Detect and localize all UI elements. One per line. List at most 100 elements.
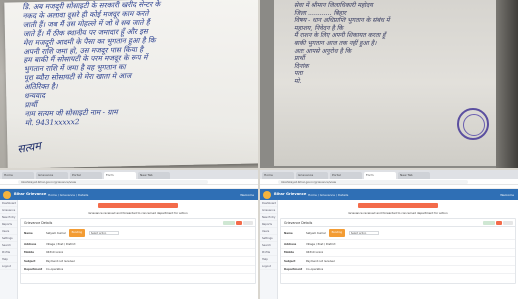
action-button[interactable] [223,221,235,225]
sidebar-item[interactable]: Profile [260,249,277,256]
sidebar-item[interactable]: Search [260,242,277,249]
row-key: Department [284,267,303,272]
detail-row: Mobile 94310 xxxxx [281,249,515,257]
sidebar-item[interactable]: Reports [0,221,17,228]
sidebar-item[interactable]: Logout [0,263,17,270]
action-select[interactable]: Select action [88,231,119,235]
browser-tab[interactable]: New Tab [138,172,170,179]
detail-row: Address Village / Post / District [281,240,515,249]
sidebar-item[interactable]: Users [260,228,277,235]
row-key: Address [24,241,37,246]
sidebar-item[interactable]: Search [0,242,17,249]
browser-tab[interactable]: New Tab [398,172,430,179]
handwritten-line: मो. 9431xxxxx2 [24,116,80,128]
handwritten-line: अतः आपसे अनुरोध है कि [294,47,352,55]
app-name: Bihar Grievance [14,192,47,196]
row-value: Village / Post / District [306,241,336,246]
sidebar-item[interactable]: New Entry [260,214,277,221]
row-key: Address [284,241,297,246]
action-select[interactable]: Select action [348,231,379,235]
handwritten-line: विषय - धान अधिप्राप्ति भुगतान के संबंध म… [294,17,390,25]
action-button[interactable] [236,221,242,225]
user-menu[interactable]: Welcome [500,193,514,197]
panel-toolbar [483,221,513,225]
sidebar: Dashboard Grievance New Entry Reports Users S… [0,200,18,299]
letter-photo-left: डि. अब मजदूरी सोसाइटी के सरकारी खरीद सेन… [0,0,258,168]
row-value: Satyam Kumar [46,231,66,235]
logo-icon [263,190,271,199]
sidebar-item[interactable]: Help [260,256,277,263]
app-name: Bihar Grievance [274,192,307,196]
sidebar-item[interactable]: Grievance [0,207,17,214]
panel-toolbar [223,221,253,225]
url-input[interactable]: lokshikayat.bihar.gov.in/grievance/view [18,180,208,184]
browser-screenshot-right: Home Grievance Portal Form New Tab loksh… [260,170,518,299]
detail-row: Subject Payment not received [21,257,255,266]
panel-title: Grievance Details [281,219,515,227]
row-value: Co-operative [306,267,324,272]
handwritten-line: मो. [294,77,302,85]
details-panel: Grievance Details Name Satyam Kumar Pend… [280,218,516,284]
detail-row: Name Satyam Kumar Pending Select action [281,227,515,240]
letter-paper: सेवा में श्रीमान जिलाधिकारी महोदय जिला ..… [274,0,518,166]
app-header: Bihar Grievance Home / Grievance / Detai… [260,189,518,200]
action-button[interactable] [496,221,502,225]
detail-row: Name Satyam Kumar Pending Select action [21,227,255,240]
action-button[interactable] [483,221,495,225]
sidebar-item[interactable]: Settings [0,235,17,242]
sidebar-item[interactable]: Logout [260,263,277,270]
handwritten-line: पता [294,70,303,78]
app-header: Bihar Grievance Home / Grievance / Detai… [0,189,258,200]
handwritten-line: प्रार्थी [294,55,305,63]
tab-bar: Home Grievance Portal Form New Tab [260,170,518,179]
sidebar-item[interactable]: Profile [0,249,17,256]
browser-tab[interactable]: Portal [330,172,362,179]
status-badge: Pending [328,229,345,237]
detail-row: Department Co-operative [21,266,255,274]
browser-tab[interactable]: Home [262,172,294,179]
background-edge [496,0,518,168]
handwritten-text: सेवा में श्रीमान जिलाधिकारी महोदय जिला ..… [294,2,390,86]
row-value: Payment not received [46,258,76,263]
row-key: Mobile [24,250,35,255]
browser-tab[interactable]: Grievance [36,172,68,179]
official-stamp [457,108,489,140]
user-menu[interactable]: Welcome [240,193,254,197]
tab-bar: Home Grievance Portal Form New Tab [0,170,258,179]
row-key: Subject [24,258,36,263]
address-bar: lokshikayat.bihar.gov.in/grievance/view [0,179,258,185]
sidebar-item[interactable]: Help [0,256,17,263]
sidebar-item[interactable]: Grievance [260,207,277,214]
handwritten-text: डि. अब मजदूरी सोसाइटी के सरकारी खरीद सेन… [22,0,162,128]
browser-tab[interactable]: Portal [70,172,102,179]
action-button[interactable] [243,221,253,225]
handwritten-line: सेवा में श्रीमान जिलाधिकारी महोदय [294,2,373,9]
browser-tab[interactable]: Grievance [296,172,328,179]
action-button[interactable] [503,221,513,225]
browser-tab[interactable]: Home [2,172,34,179]
row-value: 94310 xxxxx [46,250,64,255]
browser-tab-active[interactable]: Form [104,172,136,179]
logo-icon [3,190,11,199]
row-key: Mobile [284,250,295,255]
browser-tab-active[interactable]: Form [364,172,396,179]
sidebar-item[interactable]: Users [0,228,17,235]
handwritten-line: मैं राशन के लिए अपनी शिकायत करता हूँ [294,32,386,40]
row-key: Name [24,231,33,235]
sidebar-item[interactable]: Reports [260,221,277,228]
panel-title: Grievance Details [21,219,255,227]
notice-banner [98,203,178,208]
sidebar-item[interactable]: Dashboard [260,200,277,207]
alert-text: Grievance received and forwarded to conc… [348,211,448,215]
sidebar-item[interactable]: Settings [260,235,277,242]
detail-row: Address Village / Post / District [21,240,255,249]
panel-title-text: Grievance Details [284,221,313,225]
detail-row: Subject Payment not received [281,257,515,266]
url-input[interactable]: lokshikayat.bihar.gov.in/grievance/view [278,180,468,184]
row-key: Name [284,231,293,235]
panel-title-text: Grievance Details [24,221,53,225]
sidebar-item[interactable]: Dashboard [0,200,17,207]
letter-paper: डि. अब मजदूरी सोसाइटी के सरकारी खरीद सेन… [4,0,258,168]
sidebar-item[interactable]: New Entry [0,214,17,221]
handwritten-line: बाकी भुगतान आज तक नहीं हुआ है। [294,39,377,47]
